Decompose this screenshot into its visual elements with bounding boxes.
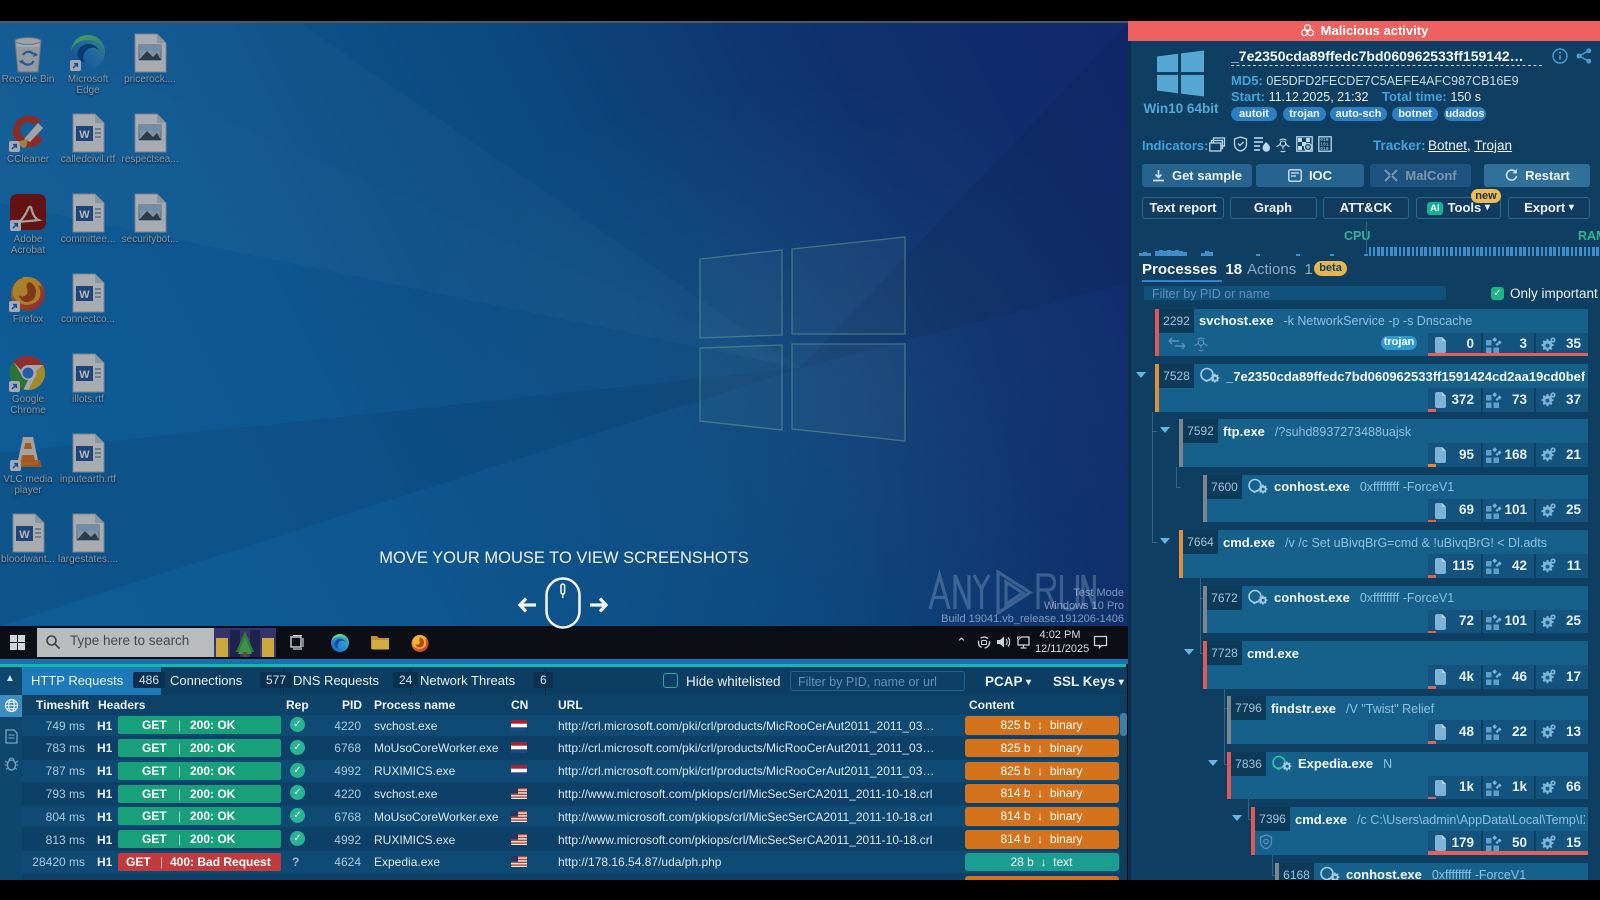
- svg-text:010: 010: [1320, 146, 1329, 152]
